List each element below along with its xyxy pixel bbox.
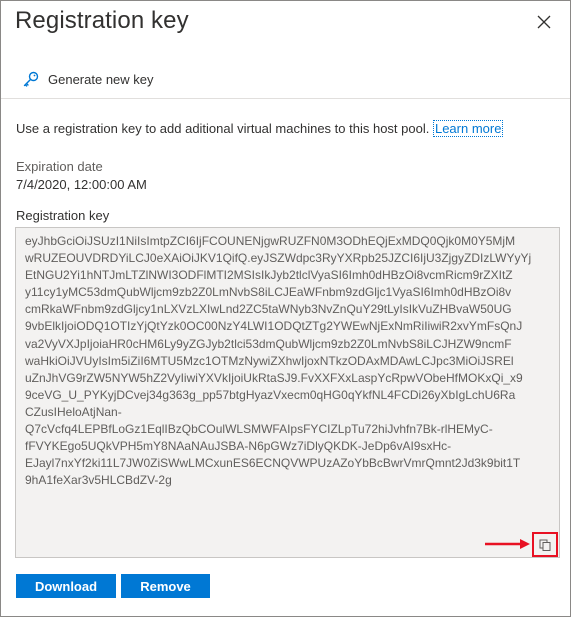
expiration-date-label: Expiration date (16, 159, 103, 174)
key-line: Q7cVcfq4LEPBfLoGz1EqlIBzQbCOulWLSMWFAIps… (25, 422, 493, 437)
key-line: CZusIHeloAtjNan- (25, 404, 122, 419)
key-line: waHkiOiJVUyIsIm5iZiI6MTU5Mzc1OTMzNywiZXh… (25, 353, 514, 368)
copy-icon (539, 539, 551, 551)
arrow-annotation-icon (485, 539, 530, 549)
key-line: eyJhbGciOiJSUzI1NiIsImtpZCI6IjFCOUNENjgw… (25, 234, 516, 248)
description: Use a registration key to add aditional … (16, 120, 504, 137)
key-line: 9ceVG_U_PYKyjDCvej34g363g_pp57btgHyazVxe… (25, 387, 516, 402)
key-line: fFVYKEgo5UQkVPH5mY8NAaNAuJSBA-N6pGWz7iDl… (25, 439, 452, 454)
close-button[interactable] (533, 11, 555, 33)
copy-to-clipboard-button[interactable] (532, 532, 558, 557)
registration-key-label: Registration key (16, 208, 110, 223)
panel-title: Registration key (15, 7, 189, 34)
key-line: EtNGU2Yi1hNTJmLTZlNWI3ODFlMTI2MSIsIkJyb2… (25, 268, 513, 283)
expiration-date-value: 7/4/2020, 12:00:00 AM (16, 177, 147, 192)
generate-new-key-label: Generate new key (48, 71, 154, 87)
remove-button[interactable]: Remove (121, 574, 210, 598)
key-line: y11cy1yMC53dmQubWljcm9zb2Z0LmNvbS8iLCJEa… (25, 285, 512, 300)
toolbar: Generate new key (1, 53, 570, 99)
key-line: EJayl7nxYf2ki11L7JW0ZiSWwLMCxunES6ECNQVW… (25, 456, 521, 471)
key-line: va2VyVXJpIjoiaHR0cHM6Ly9yZGJyb2tlci53dmQ… (25, 336, 512, 351)
learn-more-link[interactable]: Learn more (432, 120, 504, 137)
key-line: uZnJhVG9rZW5NYW5hZ2VyIiwiYXVkIjoiUkRtaSJ… (25, 370, 523, 385)
key-line: wRUZEOUVDRDYiLCJ0eXAiOiJKV1QifQ.eyJSZWdp… (25, 251, 532, 266)
key-line: cmRkaWFnbm9zdGljcy1nLXVzLXIwLnd2ZC5taWNy… (25, 302, 512, 317)
description-text: Use a registration key to add aditional … (16, 121, 430, 136)
registration-key-field[interactable]: eyJhbGciOiJSUzI1NiIsImtpZCI6IjFCOUNENjgw… (15, 227, 560, 558)
key-icon (23, 71, 39, 87)
generate-new-key-button[interactable]: Generate new key (22, 70, 154, 88)
key-line: 9vbElkIjoiODQ1OTIzYjQtYzk0OC00NzY4LWI1OD… (25, 319, 523, 334)
registration-key-panel: Registration key Generate new key Use a … (0, 0, 571, 617)
registration-key-text: eyJhbGciOiJSUzI1NiIsImtpZCI6IjFCOUNENjgw… (25, 233, 555, 489)
key-line: 9hA1feXar3v5HLCBdZV-2g (25, 473, 172, 488)
download-button[interactable]: Download (16, 574, 116, 598)
close-icon (537, 15, 551, 29)
